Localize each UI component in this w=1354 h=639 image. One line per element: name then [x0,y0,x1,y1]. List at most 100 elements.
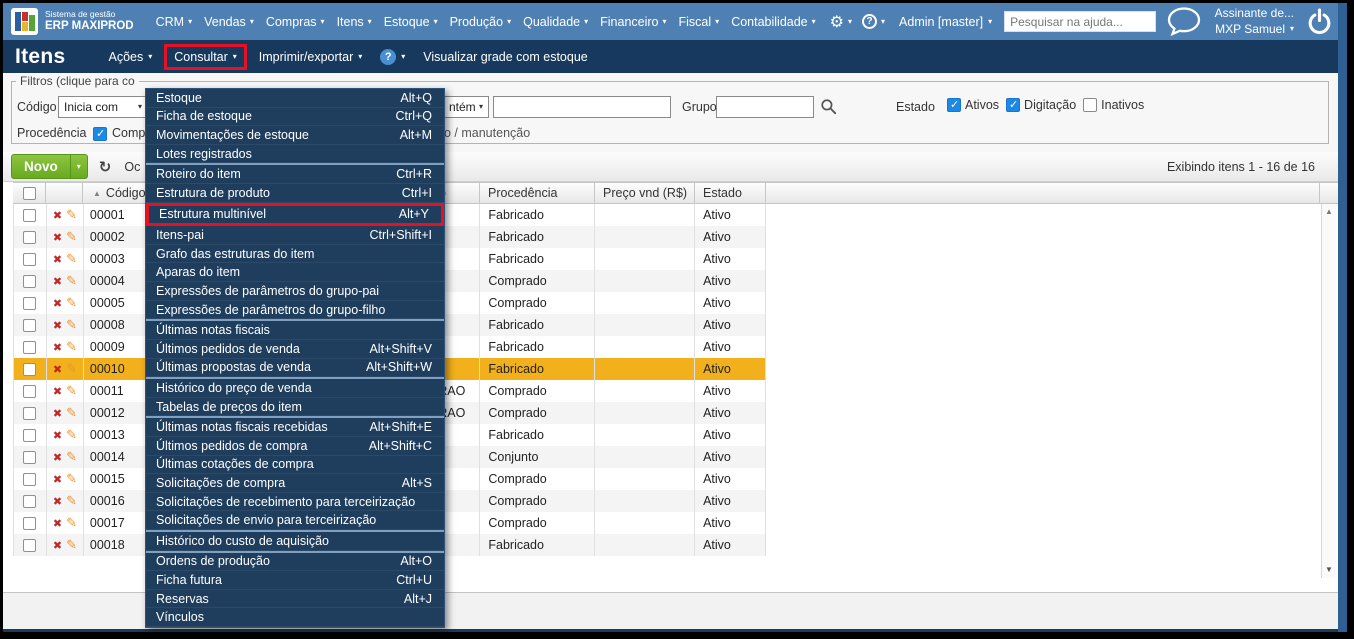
row-checkbox[interactable] [23,428,37,442]
menu-visualizar-grade[interactable]: Visualizar grade com estoque [423,50,587,64]
menu-imprimir-exportar[interactable]: Imprimir/exportar [259,50,362,64]
delete-icon[interactable]: ✖ [53,275,62,288]
topbar-menu-contabilidade[interactable]: Contabilidade [731,15,815,29]
row-checkbox[interactable] [23,340,37,354]
delete-icon[interactable]: ✖ [53,539,62,552]
topbar-menu-crm[interactable]: CRM [156,15,192,29]
row-checkbox[interactable] [23,472,37,486]
delete-icon[interactable]: ✖ [53,517,62,530]
column-estado[interactable]: Estado [695,183,766,203]
delete-icon[interactable]: ✖ [53,407,62,420]
delete-icon[interactable]: ✖ [53,385,62,398]
menu-item-expressoes-de-parametros-do-grupo-pai[interactable]: Expressões de parâmetros do grupo-pai [146,282,444,301]
row-checkbox[interactable] [23,538,37,552]
edit-icon[interactable]: ✎ [66,251,77,267]
menu-item-estrutura-de-produto[interactable]: Estrutura de produto Ctrl+I [146,184,444,203]
menu-item-grafo-das-estruturas-do-item[interactable]: Grafo das estruturas do item [146,245,444,264]
topbar-menu-financeiro[interactable]: Financeiro [600,15,666,29]
delete-icon[interactable]: ✖ [53,473,62,486]
row-checkbox[interactable] [23,406,37,420]
app-logo[interactable]: Sistema de gestão ERP MAXIPROD [11,8,134,35]
edit-icon[interactable]: ✎ [66,449,77,465]
descricao-filter-input[interactable] [493,96,671,118]
delete-icon[interactable]: ✖ [53,495,62,508]
row-checkbox[interactable] [23,362,37,376]
edit-icon[interactable]: ✎ [66,295,77,311]
row-checkbox[interactable] [23,230,37,244]
column-preco-vnd[interactable]: Preço vnd (R$) [595,183,695,203]
topbar-menu-compras[interactable]: Compras [266,15,325,29]
chat-icon[interactable] [1166,6,1202,37]
menu-item-ultimos-pedidos-de-compra[interactable]: Últimos pedidos de compra Alt+Shift+C [146,437,444,456]
select-all-column[interactable] [13,183,46,203]
delete-icon[interactable]: ✖ [53,429,62,442]
settings-menu[interactable]: ⚙ [830,12,852,32]
grupo-filter-input[interactable] [716,96,814,118]
edit-icon[interactable]: ✎ [66,207,77,223]
menu-item-historico-do-custo-de-aquisicao[interactable]: Histórico do custo de aquisição [146,532,444,551]
menu-item-ultimas-cotacoes-de-compra[interactable]: Últimas cotações de compra [146,456,444,475]
topbar-menu-fiscal[interactable]: Fiscal [679,15,720,29]
edit-icon[interactable]: ✎ [66,471,77,487]
novo-dropdown-toggle[interactable] [69,155,87,178]
codigo-operator-select[interactable]: Inicia com [58,96,148,118]
edit-icon[interactable]: ✎ [66,317,77,333]
menu-item-solicitacoes-de-envio-para-terceirizacao[interactable]: Solicitações de envio para terceirização [146,511,444,531]
hide-filters-fragment[interactable]: Oc [124,160,140,174]
menu-consultar[interactable]: Consultar [164,43,247,70]
procedencia-checkbox[interactable] [93,127,107,141]
edit-icon[interactable]: ✎ [66,383,77,399]
admin-menu[interactable]: Admin [master] [899,15,992,29]
menu-item-aparas-do-item[interactable]: Aparas do item [146,263,444,283]
delete-icon[interactable]: ✖ [53,319,62,332]
help-menu[interactable]: ? [862,14,885,29]
delete-icon[interactable]: ✖ [53,297,62,310]
topbar-menu-producao[interactable]: Produção [450,15,512,29]
vertical-scrollbar[interactable]: ▲ ▼ [1321,204,1336,578]
delete-icon[interactable]: ✖ [53,341,62,354]
delete-icon[interactable]: ✖ [53,451,62,464]
select-all-checkbox[interactable] [22,186,36,200]
search-icon[interactable] [820,98,837,115]
row-checkbox[interactable] [23,494,37,508]
menu-item-itens-pai[interactable]: Itens-pai Ctrl+Shift+I [146,226,444,245]
menu-item-ultimos-pedidos-de-venda[interactable]: Últimos pedidos de venda Alt+Shift+V [146,340,444,359]
menu-acoes[interactable]: Ações [109,50,153,64]
menu-item-expressoes-de-parametros-do-grupo-filho[interactable]: Expressões de parâmetros do grupo-filho [146,301,444,320]
menu-item-solicitacoes-de-recebimento-para-terceirizacao[interactable]: Solicitações de recebimento para terceir… [146,493,444,512]
topbar-menu-qualidade[interactable]: Qualidade [523,15,588,29]
row-checkbox[interactable] [23,318,37,332]
menu-item-solicitacoes-de-compra[interactable]: Solicitações de compra Alt+S [146,474,444,493]
delete-icon[interactable]: ✖ [53,209,62,222]
row-checkbox[interactable] [23,252,37,266]
edit-icon[interactable]: ✎ [66,515,77,531]
delete-icon[interactable]: ✖ [53,253,62,266]
row-checkbox[interactable] [23,384,37,398]
descricao-operator-select[interactable]: ntém [444,96,489,118]
scroll-up-icon[interactable]: ▲ [1322,207,1336,216]
menu-item-movimentacoes-de-estoque[interactable]: Movimentações de estoque Alt+M [146,126,444,145]
edit-icon[interactable]: ✎ [66,361,77,377]
scroll-down-icon[interactable]: ▼ [1322,565,1336,574]
power-icon[interactable] [1307,8,1332,35]
topbar-menu-estoque[interactable]: Estoque [384,15,438,29]
menu-item-estoque[interactable]: Estoque Alt+Q [146,89,444,108]
menu-item-estrutura-multinivel[interactable]: Estrutura multinível Alt+Y [146,202,444,227]
filters-legend[interactable]: Filtros (clique para co [16,74,139,88]
novo-button[interactable]: Novo [11,154,88,179]
menu-item-vinculos[interactable]: Vínculos [146,608,444,628]
column-procedencia[interactable]: Procedência [480,183,595,203]
delete-icon[interactable]: ✖ [53,231,62,244]
edit-icon[interactable]: ✎ [66,427,77,443]
estado-checkbox[interactable] [1083,98,1098,112]
row-checkbox[interactable] [23,516,37,530]
topbar-menu-itens[interactable]: Itens [337,15,372,29]
estado-checkbox[interactable] [947,98,961,112]
menu-item-ficha-de-estoque[interactable]: Ficha de estoque Ctrl+Q [146,108,444,127]
account-menu[interactable]: Assinante de... MXP Samuel [1215,6,1294,37]
menu-item-ultimas-notas-fiscais-recebidas[interactable]: Últimas notas fiscais recebidas Alt+Shif… [146,418,444,437]
menu-item-reservas[interactable]: Reservas Alt+J [146,590,444,609]
delete-icon[interactable]: ✖ [53,363,62,376]
menu-item-ultimas-propostas-de-venda[interactable]: Últimas propostas de venda Alt+Shift+W [146,359,444,378]
menu-item-ordens-de-producao[interactable]: Ordens de produção Alt+O [146,553,444,572]
